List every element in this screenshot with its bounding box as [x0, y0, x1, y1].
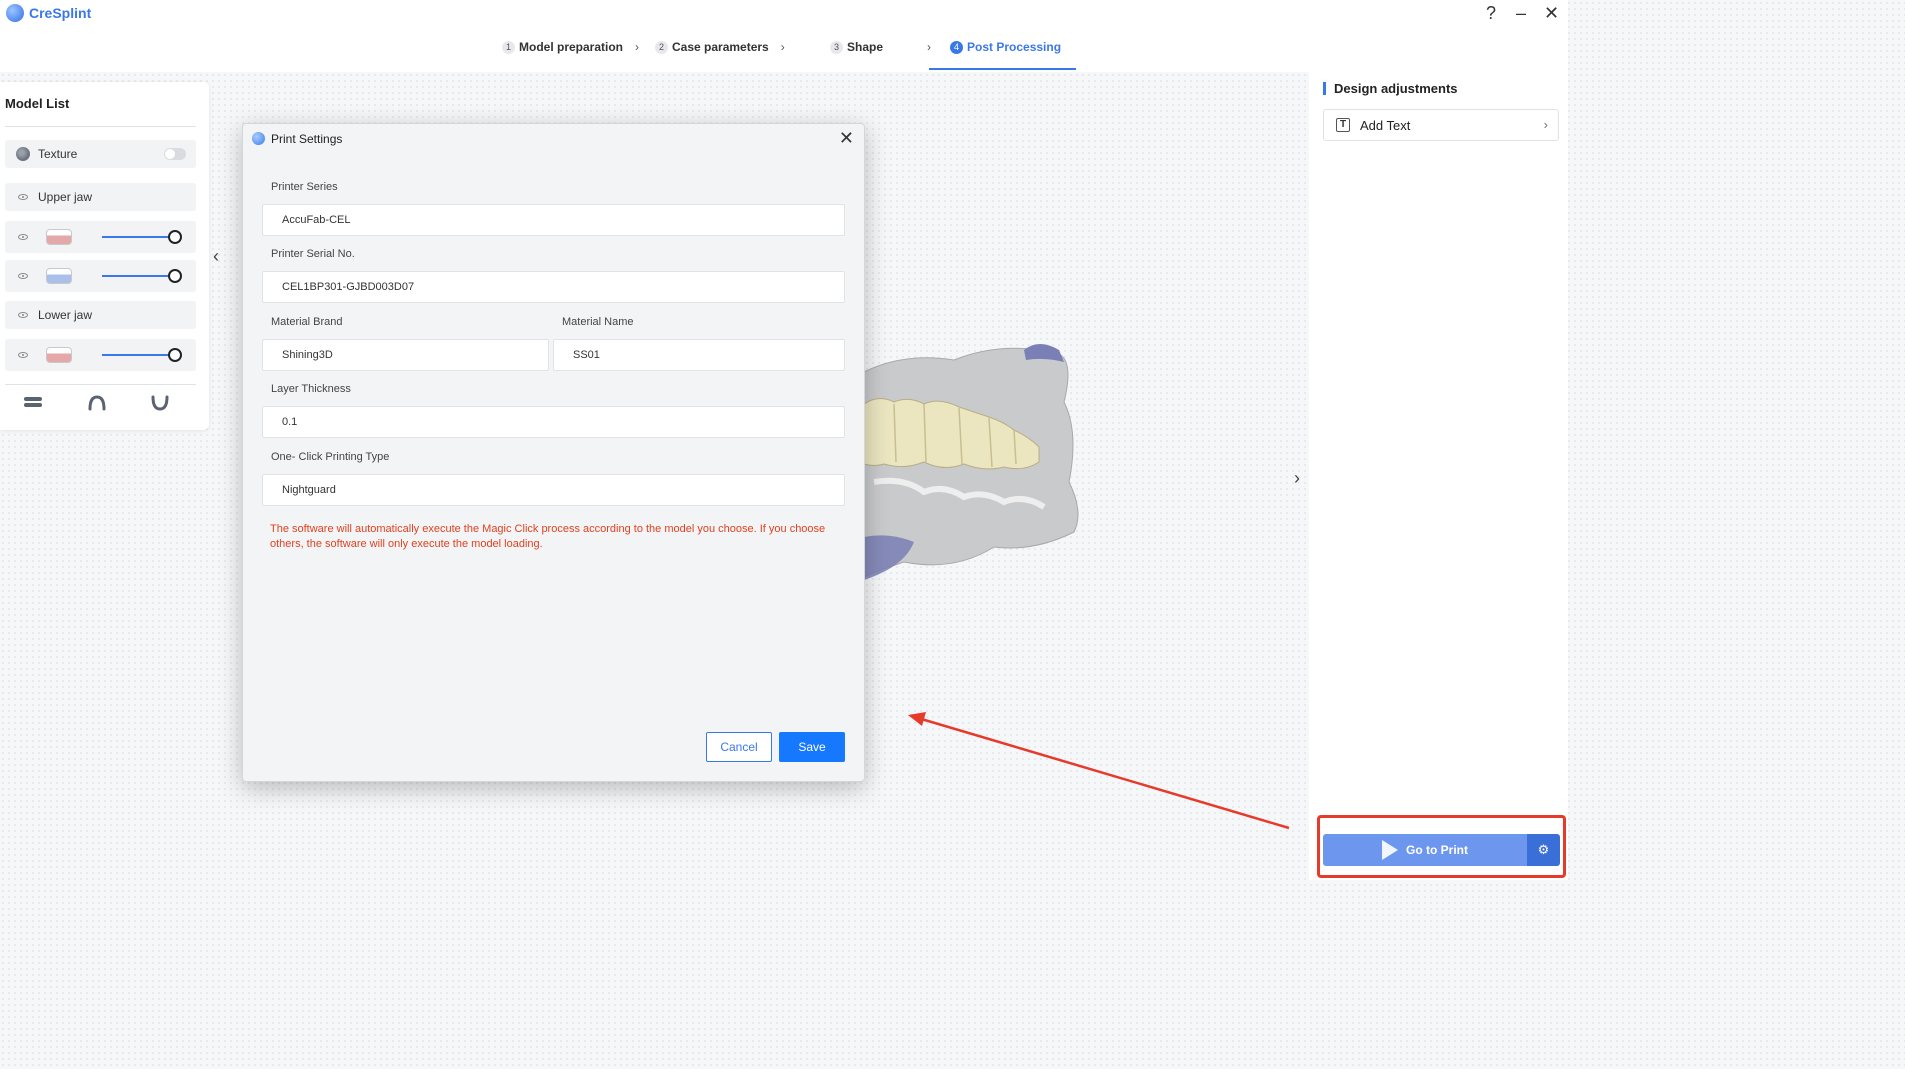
model-row-splint	[5, 260, 196, 292]
eye-icon[interactable]	[18, 352, 28, 358]
text-icon: T	[1336, 118, 1350, 132]
design-adjustments-panel: Design adjustments T Add Text ›	[1309, 70, 1568, 880]
layer-thickness-label: Layer Thickness	[271, 383, 351, 395]
step-label: Model preparation	[519, 40, 624, 54]
printer-series-field[interactable]: AccuFab-CEL	[262, 204, 845, 236]
play-icon	[1382, 840, 1398, 860]
step-post-processing[interactable]: 4 Post Processing	[950, 40, 1061, 54]
eye-icon[interactable]	[18, 234, 28, 240]
step-number: 4	[950, 40, 963, 54]
eye-icon[interactable]	[18, 312, 28, 318]
collapse-left-panel-icon[interactable]: ‹	[213, 246, 219, 267]
title-bar: CreSplint ? – ✕	[0, 0, 1568, 28]
magic-click-warning-text: The software will automatically execute …	[270, 523, 826, 550]
step-label: Shape	[847, 40, 884, 54]
layer-thickness-field[interactable]: 0.1	[262, 406, 845, 438]
add-text-button[interactable]: T Add Text ›	[1323, 109, 1559, 141]
printer-serial-label: Printer Serial No.	[271, 248, 355, 260]
opacity-slider-handle[interactable]	[168, 348, 182, 362]
close-icon[interactable]: ✕	[839, 128, 854, 149]
upper-jaw-view-icon[interactable]	[88, 394, 106, 412]
close-icon[interactable]: ✕	[1544, 3, 1559, 23]
step-shape[interactable]: 3 Shape ›	[830, 40, 931, 54]
save-button[interactable]: Save	[779, 732, 845, 762]
texture-icon	[16, 147, 30, 161]
opacity-slider-handle[interactable]	[168, 230, 182, 244]
material-name-field[interactable]: SS01	[553, 339, 845, 371]
add-text-label: Add Text	[1360, 117, 1411, 133]
model-row-lower-jaw	[5, 339, 196, 371]
lower-jaw-model-thumbnail-icon	[46, 347, 72, 363]
chevron-right-icon: ›	[1543, 117, 1548, 132]
cancel-button[interactable]: Cancel	[706, 732, 772, 762]
go-to-print-button[interactable]: Go to Print	[1323, 834, 1527, 866]
dialog-header: Print Settings ✕	[243, 124, 864, 154]
lower-jaw-row[interactable]: Lower jaw	[5, 301, 196, 329]
step-number: 2	[655, 40, 668, 54]
opacity-slider-track[interactable]	[102, 354, 176, 356]
minimize-icon[interactable]: –	[1514, 3, 1528, 23]
chevron-right-icon: ›	[927, 40, 932, 54]
eye-icon[interactable]	[18, 194, 28, 200]
texture-toggle[interactable]	[164, 148, 186, 160]
step-number: 1	[502, 40, 515, 54]
model-row-upper-jaw	[5, 221, 196, 253]
chevron-right-icon: ›	[635, 40, 640, 54]
upper-jaw-label: Upper jaw	[38, 190, 93, 204]
divider	[5, 126, 196, 127]
printer-serial-field[interactable]: CEL1BP301-GJBD003D07	[262, 271, 845, 303]
chevron-right-icon: ›	[780, 40, 785, 54]
printer-series-label: Printer Series	[271, 181, 338, 193]
print-settings-gear-icon[interactable]: ⚙	[1527, 834, 1560, 866]
lower-jaw-label: Lower jaw	[38, 308, 93, 322]
step-model-preparation[interactable]: 1 Model preparation ›	[502, 40, 639, 54]
material-name-label: Material Name	[562, 316, 634, 328]
lower-jaw-view-icon[interactable]	[151, 394, 169, 412]
material-brand-label: Material Brand	[271, 316, 343, 328]
help-icon[interactable]: ?	[1484, 3, 1498, 23]
opacity-slider-track[interactable]	[102, 275, 176, 277]
model-list-panel: Model List Texture Upper jaw Lower jaw	[0, 82, 209, 430]
step-label: Case parameters	[672, 40, 769, 54]
active-step-underline	[929, 68, 1076, 70]
go-to-print-label: Go to Print	[1406, 843, 1468, 857]
expand-right-panel-icon[interactable]: ›	[1294, 468, 1300, 489]
app-logo-icon	[252, 132, 265, 145]
print-settings-dialog: Print Settings ✕ Printer Series AccuFab-…	[242, 123, 865, 782]
printing-type-label: One- Click Printing Type	[271, 451, 390, 463]
app-logo: CreSplint	[6, 4, 91, 22]
opacity-slider-track[interactable]	[102, 236, 176, 238]
model-list-title: Model List	[5, 96, 70, 111]
texture-label: Texture	[38, 147, 78, 161]
step-label: Post Processing	[967, 40, 1062, 54]
material-brand-field[interactable]: Shining3D	[262, 339, 549, 371]
divider	[5, 384, 196, 385]
splint-model-thumbnail-icon	[46, 268, 72, 284]
texture-row: Texture	[5, 140, 196, 168]
design-adjustments-title: Design adjustments	[1323, 82, 1458, 95]
workflow-stepper: 1 Model preparation › 2 Case parameters …	[0, 28, 1568, 72]
upper-jaw-row[interactable]: Upper jaw	[5, 183, 196, 211]
dental-3d-model[interactable]	[864, 342, 1089, 582]
eye-icon[interactable]	[18, 273, 28, 279]
window-controls: ? – ✕	[1484, 3, 1559, 23]
step-number: 3	[830, 40, 843, 54]
app-logo-icon	[6, 4, 24, 22]
step-case-parameters[interactable]: 2 Case parameters ›	[655, 40, 785, 54]
printing-type-select[interactable]: Nightguard	[262, 474, 845, 506]
upper-jaw-model-thumbnail-icon	[46, 229, 72, 245]
app-name: CreSplint	[29, 5, 92, 21]
opacity-slider-handle[interactable]	[168, 269, 182, 283]
dialog-title: Print Settings	[271, 132, 343, 146]
